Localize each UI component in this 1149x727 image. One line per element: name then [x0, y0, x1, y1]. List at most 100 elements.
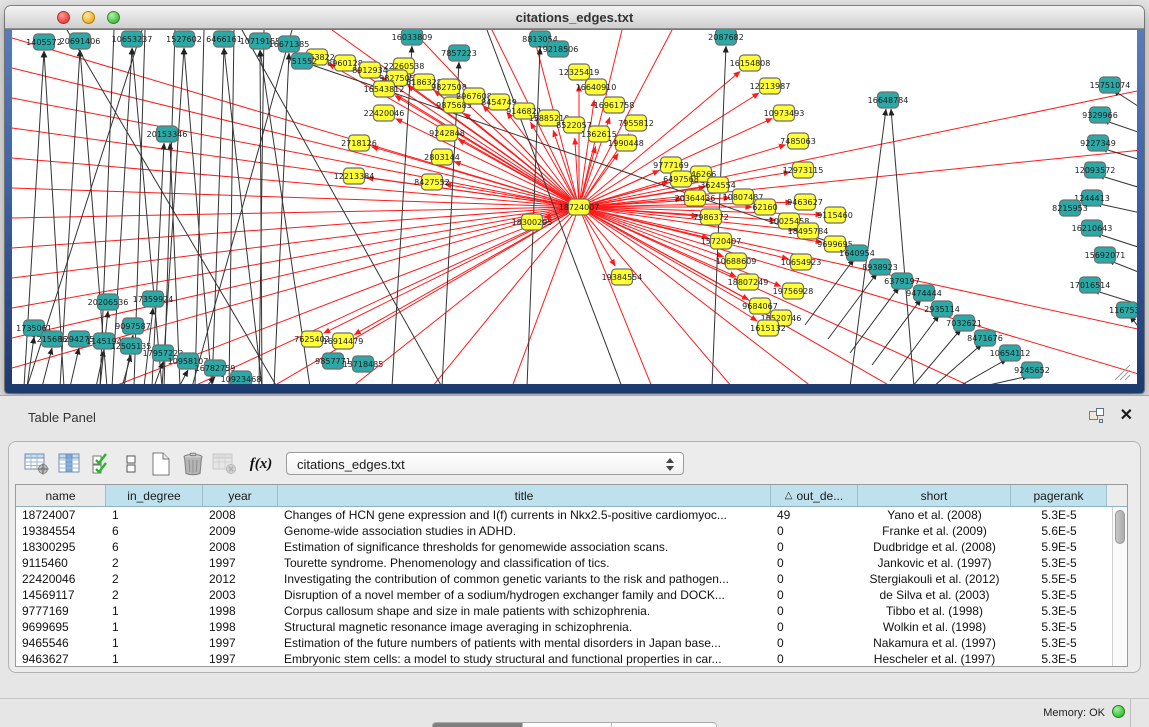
graph-node[interactable]: 9245652 — [1014, 362, 1050, 378]
column-header-name[interactable]: name — [16, 485, 106, 506]
column-header-pagerank[interactable]: pagerank — [1011, 485, 1107, 506]
svg-text:16648784: 16648784 — [868, 96, 909, 105]
graph-node[interactable]: 62160 — [752, 199, 777, 215]
table-cell: 0 — [771, 539, 858, 555]
window-titlebar[interactable]: citations_edges.txt — [5, 6, 1144, 29]
close-panel-icon[interactable]: ✕ — [1120, 409, 1133, 423]
table-cell: 0 — [771, 587, 858, 603]
graph-node[interactable]: 1405572 — [26, 34, 62, 50]
svg-text:16782759: 16782759 — [195, 364, 236, 373]
graph-node[interactable]: 17016514 — [1070, 277, 1111, 293]
graph-node[interactable]: 1167533 — [1109, 302, 1137, 318]
table-scrollbar[interactable] — [1112, 507, 1127, 666]
table-row[interactable]: 1872400712008Changes of HCN gene express… — [16, 507, 1127, 523]
graph-node[interactable]: 751552 — [287, 53, 318, 69]
graph-node[interactable]: 12213384 — [334, 168, 375, 184]
graph-node[interactable]: 15692071 — [1085, 247, 1126, 263]
graph-node[interactable]: 16154808 — [730, 55, 771, 71]
graph-node[interactable]: 8938923 — [862, 259, 898, 275]
graph-node[interactable]: 6466161 — [206, 31, 242, 47]
table-row[interactable]: 946554611997Estimation of the future num… — [16, 635, 1127, 651]
table-row[interactable]: 1938455462009Genome-wide association stu… — [16, 523, 1127, 539]
graph-node[interactable]: 10653237 — [112, 31, 153, 47]
svg-text:2718126: 2718126 — [341, 139, 377, 148]
delete-rows-icon[interactable] — [179, 450, 207, 478]
graph-node[interactable]: 12325419 — [559, 64, 600, 80]
row-height-icon[interactable] — [117, 450, 145, 478]
graph-node[interactable]: 10654923 — [781, 254, 822, 270]
graph-node[interactable]: 18807249 — [728, 274, 769, 290]
graph-node[interactable]: 9227349 — [1080, 135, 1116, 151]
graph-node[interactable]: 15751074 — [1090, 77, 1131, 93]
column-header-out_de[interactable]: △out_de... — [771, 485, 858, 506]
svg-text:7032621: 7032621 — [946, 319, 982, 328]
graph-node[interactable]: 7955812 — [618, 115, 654, 131]
svg-text:20153346: 20153346 — [147, 130, 188, 139]
svg-text:9245652: 9245652 — [1014, 366, 1050, 375]
graph-node[interactable]: 22420046 — [364, 105, 405, 121]
graph-node[interactable]: 7485063 — [780, 133, 816, 149]
svg-text:3624554: 3624554 — [700, 181, 736, 190]
show-columns-icon[interactable] — [56, 450, 84, 478]
memory-status-indicator — [1112, 705, 1125, 718]
graph-node[interactable]: 2935114 — [924, 301, 960, 317]
graph-node[interactable]: 2087682 — [708, 30, 744, 45]
network-graph-canvas[interactable]: 1872400775638228960128891293422260538982… — [12, 30, 1137, 384]
column-header-year[interactable]: year — [203, 485, 278, 506]
svg-text:1362615: 1362615 — [581, 130, 617, 139]
graph-node[interactable]: 16210643 — [1072, 220, 1113, 236]
graph-node[interactable]: 12213987 — [750, 78, 791, 94]
table-cell: 2009 — [203, 523, 278, 539]
table-row[interactable]: 1830029562008Estimation of significance … — [16, 539, 1127, 555]
table-selector-dropdown[interactable]: citations_edges.txt — [286, 452, 684, 475]
table-row[interactable]: 969969511998Structural magnetic resonanc… — [16, 619, 1127, 635]
graph-node[interactable]: 8471676 — [967, 330, 1003, 346]
graph-node[interactable]: 10688609 — [716, 253, 757, 269]
graph-node[interactable]: 7857223 — [441, 45, 477, 61]
svg-text:8522057: 8522057 — [556, 121, 592, 130]
table-row[interactable]: 946362711997Embryonic stem cells: a mode… — [16, 651, 1127, 667]
float-panel-icon[interactable] — [1089, 408, 1104, 423]
table-toolbar: f(x) citations_edges.txt — [9, 448, 1140, 482]
svg-text:8471676: 8471676 — [967, 334, 1003, 343]
graph-node[interactable]: 9097587 — [115, 318, 151, 334]
svg-text:1615132: 1615132 — [750, 324, 786, 333]
graph-node[interactable]: 16033809 — [392, 30, 433, 45]
nodes-layer: 1872400775638228960128891293422260538982… — [16, 30, 1137, 384]
graph-node[interactable]: 16648784 — [868, 92, 909, 108]
graph-node[interactable]: 9115460 — [817, 207, 853, 223]
table-cell: de Silva et al. (2003) — [858, 587, 1011, 603]
column-header-short[interactable]: short — [858, 485, 1011, 506]
graph-node[interactable]: 10654112 — [990, 345, 1031, 361]
graph-node[interactable]: 12973115 — [783, 162, 824, 178]
graph-node[interactable]: 16961758 — [594, 97, 635, 113]
graph-node[interactable]: 16640910 — [576, 79, 617, 95]
create-table-icon[interactable] — [147, 450, 175, 478]
function-builder-icon[interactable]: f(x) — [247, 450, 275, 478]
column-header-title[interactable]: title — [278, 485, 771, 506]
table-row[interactable]: 1456911722003Disruption of a novel membe… — [16, 587, 1127, 603]
graph-node[interactable]: 9463627 — [787, 194, 823, 210]
graph-node[interactable]: 1527602 — [166, 31, 202, 47]
table-row[interactable]: 2242004622012Investigating the contribut… — [16, 571, 1127, 587]
graph-node[interactable]: 12093572 — [1075, 162, 1116, 178]
table-row[interactable]: 911546021997Tourette syndrome. Phenomeno… — [16, 555, 1127, 571]
table-settings-icon[interactable] — [23, 450, 51, 478]
graph-node[interactable]: 9329966 — [1082, 107, 1118, 123]
table-cell: Franke et al. (2009) — [858, 523, 1011, 539]
graph-node[interactable]: 19384554 — [602, 269, 643, 285]
table-scrollbar-thumb[interactable] — [1115, 510, 1125, 544]
graph-node[interactable]: 7032621 — [946, 315, 982, 331]
select-rows-icon[interactable] — [89, 450, 117, 478]
table-cell: 19384554 — [16, 523, 106, 539]
graph-node[interactable]: 20691406 — [60, 33, 101, 49]
graph-node[interactable]: 20206536 — [88, 294, 129, 310]
dropdown-arrows-icon — [666, 457, 675, 472]
graph-node[interactable]: 10973493 — [764, 105, 805, 121]
table-cell: Jankovic et al. (1997) — [858, 555, 1011, 571]
column-header-in_degree[interactable]: in_degree — [106, 485, 203, 506]
table-row[interactable]: 977716911998Corpus callosum shape and si… — [16, 603, 1127, 619]
graph-node[interactable]: 20153346 — [147, 126, 188, 142]
table-cell: Structural magnetic resonance image aver… — [278, 619, 771, 635]
svg-text:1990448: 1990448 — [608, 139, 644, 148]
